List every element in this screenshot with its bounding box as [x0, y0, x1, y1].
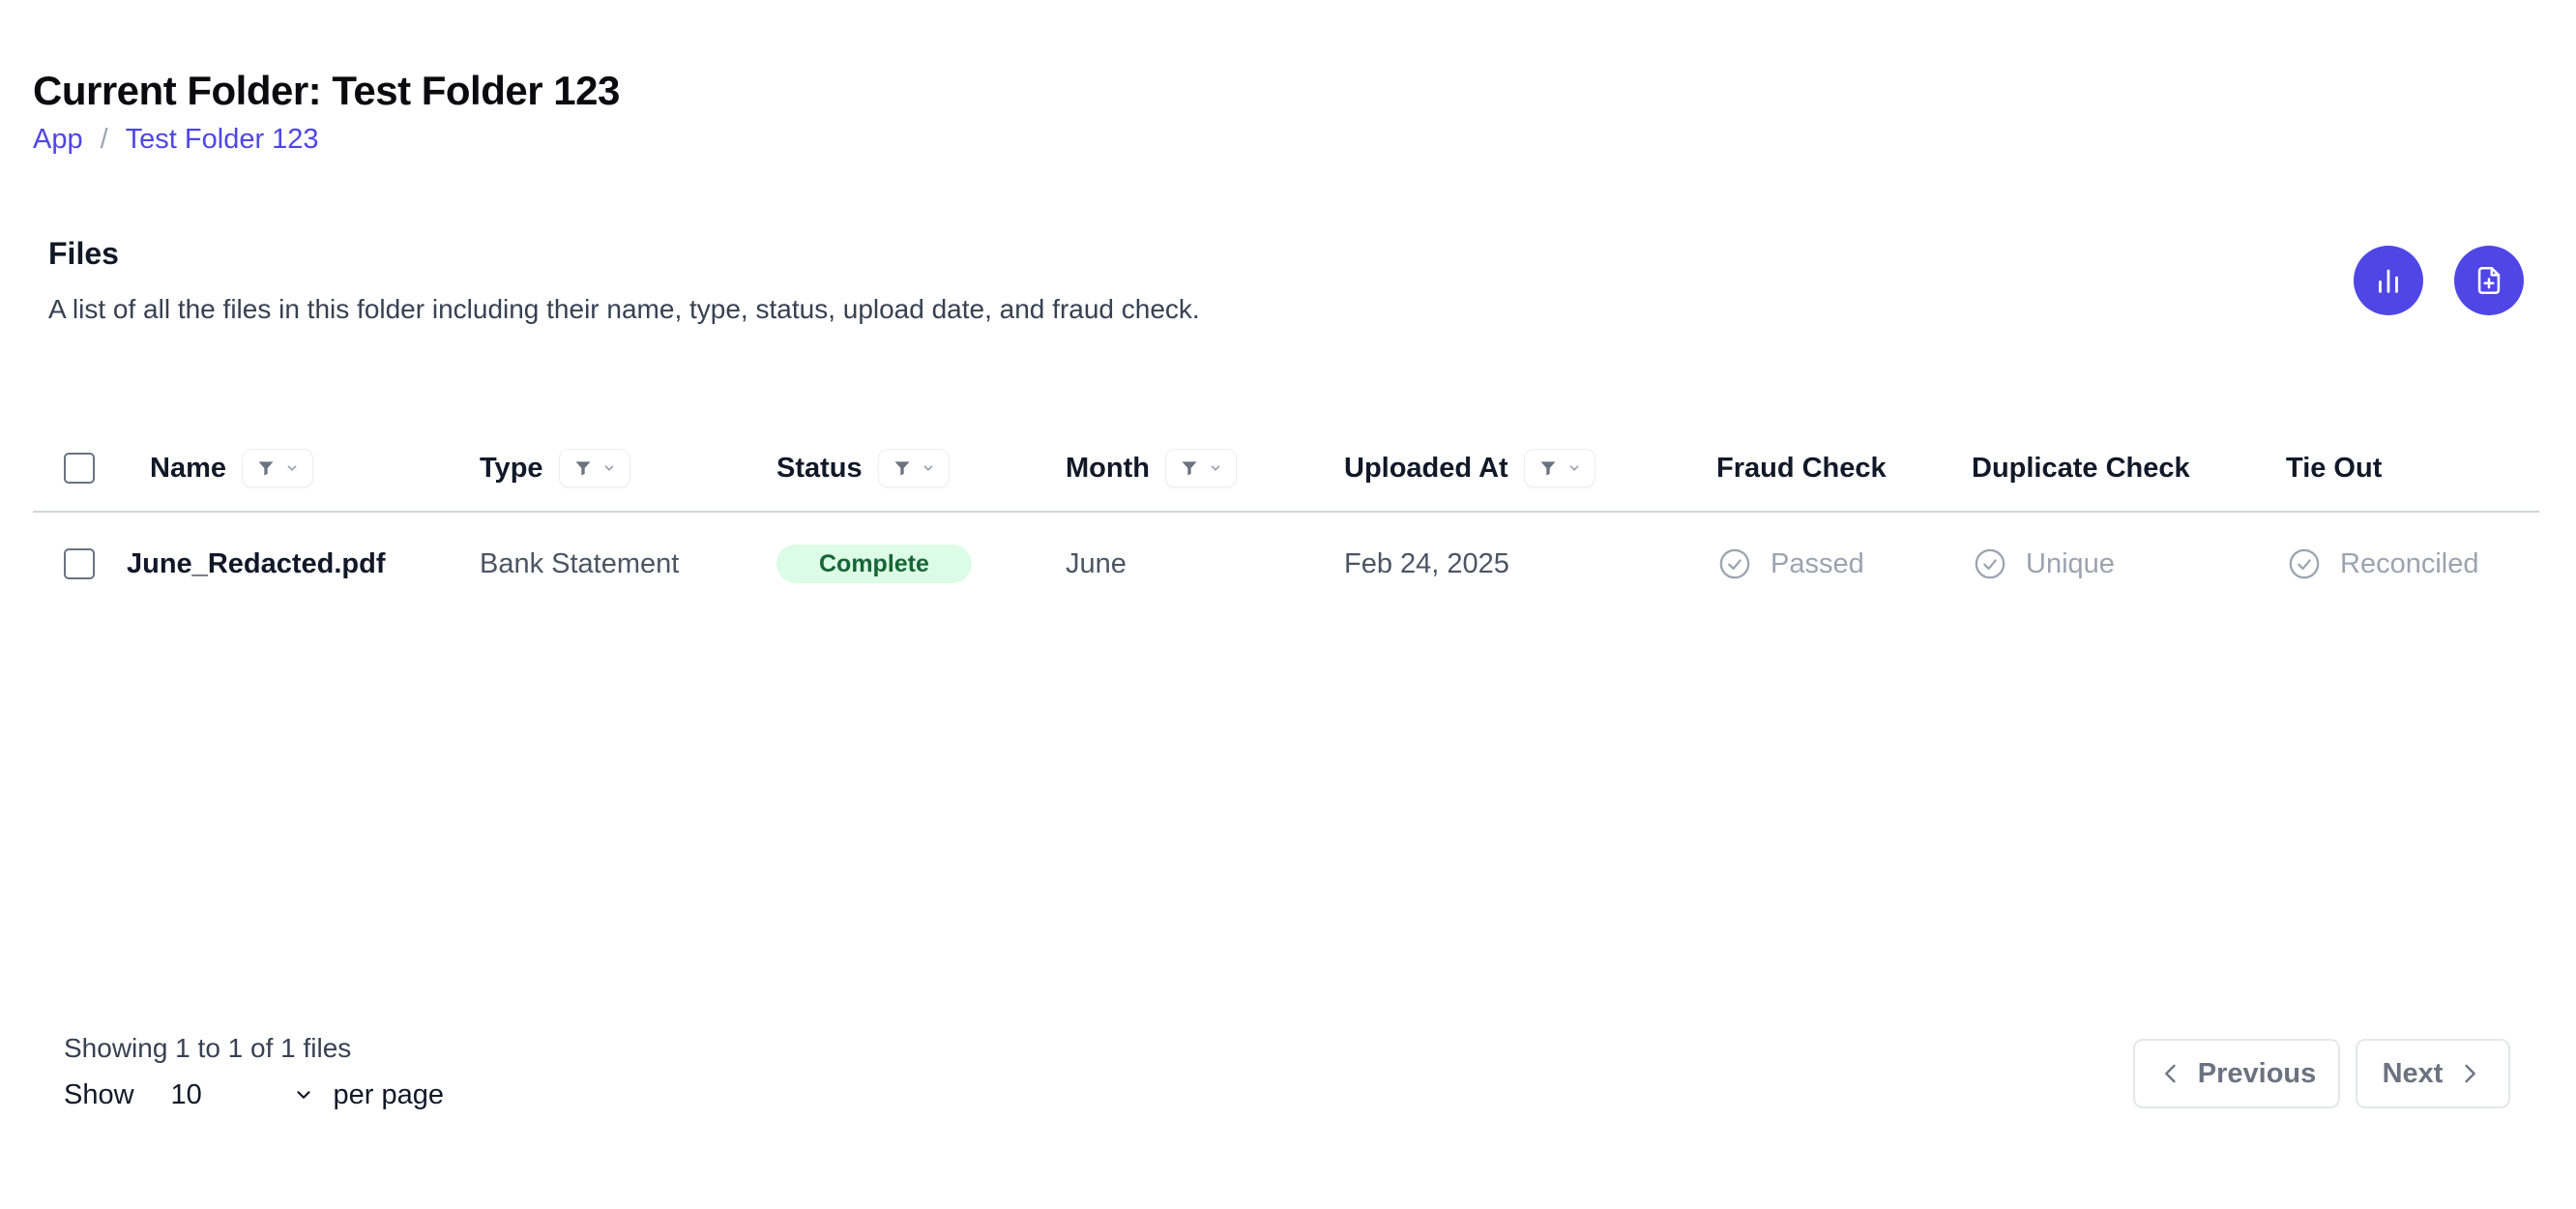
status-filter-button[interactable] — [877, 449, 950, 487]
uploaded-at-filter-button[interactable] — [1523, 449, 1595, 487]
chevron-down-icon — [1569, 465, 1579, 471]
column-type: Type — [480, 426, 630, 511]
add-file-button[interactable] — [2454, 246, 2524, 315]
column-duplicate-check: Duplicate Check — [1972, 426, 2190, 511]
file-name-cell: June_Redacted.pdf — [127, 527, 386, 601]
tie-out-status: Reconciled — [2340, 547, 2479, 579]
duplicate-check-status: Unique — [2026, 547, 2115, 579]
filter-icon — [1182, 461, 1197, 476]
page-size-control: Show 10 per page — [64, 1076, 444, 1114]
filter-icon — [894, 461, 910, 476]
column-uploaded-at: Uploaded At — [1344, 426, 1595, 511]
chevron-down-icon — [923, 465, 933, 471]
chevron-right-icon — [2465, 1064, 2476, 1083]
filter-icon — [575, 461, 591, 476]
table-row[interactable]: June_Redacted.pdf Bank Statement Complet… — [33, 527, 2539, 601]
section-title: Files — [48, 236, 119, 271]
file-type-cell: Bank Statement — [480, 527, 679, 601]
column-tie-out-label: Tie Out — [2286, 452, 2383, 484]
file-type: Bank Statement — [480, 547, 680, 579]
show-label: Show — [64, 1078, 134, 1110]
chevron-down-icon — [604, 465, 613, 471]
column-fraud-check: Fraud Check — [1716, 426, 1887, 511]
breadcrumb-separator: / — [100, 124, 108, 155]
tie-out-cell: Reconciled — [2288, 527, 2478, 601]
chevron-down-icon — [287, 465, 297, 471]
month-filter-button[interactable] — [1164, 449, 1237, 487]
table-header: Name Type Status Month Uploaded At Fraud… — [33, 426, 2539, 513]
chevron-down-icon — [1211, 465, 1220, 471]
column-tie-out: Tie Out — [2286, 426, 2382, 511]
page-size-value: 10 — [170, 1078, 202, 1110]
column-month-label: Month — [1066, 452, 1150, 484]
file-uploaded-at: Feb 24, 2025 — [1344, 547, 1509, 579]
select-all-cell — [64, 426, 95, 511]
next-page-button[interactable]: Next — [2356, 1039, 2510, 1108]
bar-chart-icon — [2379, 269, 2398, 293]
file-status-cell: Complete — [776, 527, 972, 601]
page-size-select[interactable]: 10 — [171, 1076, 314, 1114]
analytics-button[interactable] — [2354, 246, 2423, 315]
file-name[interactable]: June_Redacted.pdf — [127, 548, 386, 580]
filter-icon — [1540, 461, 1556, 476]
column-name: Name — [150, 426, 313, 511]
previous-page-button[interactable]: Previous — [2133, 1039, 2340, 1108]
breadcrumb-app-link[interactable]: App — [33, 124, 83, 156]
previous-label: Previous — [2197, 1057, 2317, 1089]
row-checkbox[interactable] — [64, 548, 95, 579]
fraud-check-cell: Passed — [1718, 527, 1864, 601]
column-status: Status — [776, 426, 950, 511]
fraud-check-status: Passed — [1771, 547, 1864, 579]
breadcrumb: App / Test Folder 123 — [33, 124, 319, 156]
filter-icon — [258, 461, 274, 476]
name-filter-button[interactable] — [242, 449, 313, 487]
file-month: June — [1066, 547, 1127, 579]
column-status-label: Status — [776, 452, 863, 484]
next-label: Next — [2382, 1057, 2444, 1089]
column-month: Month — [1066, 426, 1237, 511]
check-circle-icon — [1719, 548, 1750, 579]
per-page-label: per page — [333, 1078, 445, 1110]
column-name-label: Name — [150, 452, 226, 484]
chevron-down-icon — [296, 1091, 310, 1099]
pagination-summary: Showing 1 to 1 of 1 files — [64, 1033, 352, 1063]
section-description: A list of all the files in this folder i… — [48, 294, 1200, 324]
column-type-label: Type — [480, 452, 543, 484]
file-browser-page: Current Folder: Test Folder 123 App / Te… — [0, 0, 2576, 1209]
status-badge: Complete — [776, 545, 972, 583]
column-duplicate-check-label: Duplicate Check — [1972, 452, 2190, 484]
duplicate-check-cell: Unique — [1974, 527, 2115, 601]
file-month-cell: June — [1066, 527, 1127, 601]
column-fraud-check-label: Fraud Check — [1716, 452, 1887, 484]
column-uploaded-at-label: Uploaded At — [1344, 452, 1508, 484]
row-select-cell — [64, 527, 95, 601]
breadcrumb-folder-link[interactable]: Test Folder 123 — [126, 124, 319, 156]
page-title: Current Folder: Test Folder 123 — [33, 68, 620, 113]
file-uploaded-cell: Feb 24, 2025 — [1344, 527, 1509, 601]
check-circle-icon — [1975, 548, 2005, 579]
chevron-left-icon — [2164, 1064, 2176, 1083]
file-plus-icon — [2477, 266, 2501, 295]
select-all-checkbox[interactable] — [64, 453, 95, 484]
check-circle-icon — [2289, 548, 2320, 579]
type-filter-button[interactable] — [558, 449, 630, 487]
